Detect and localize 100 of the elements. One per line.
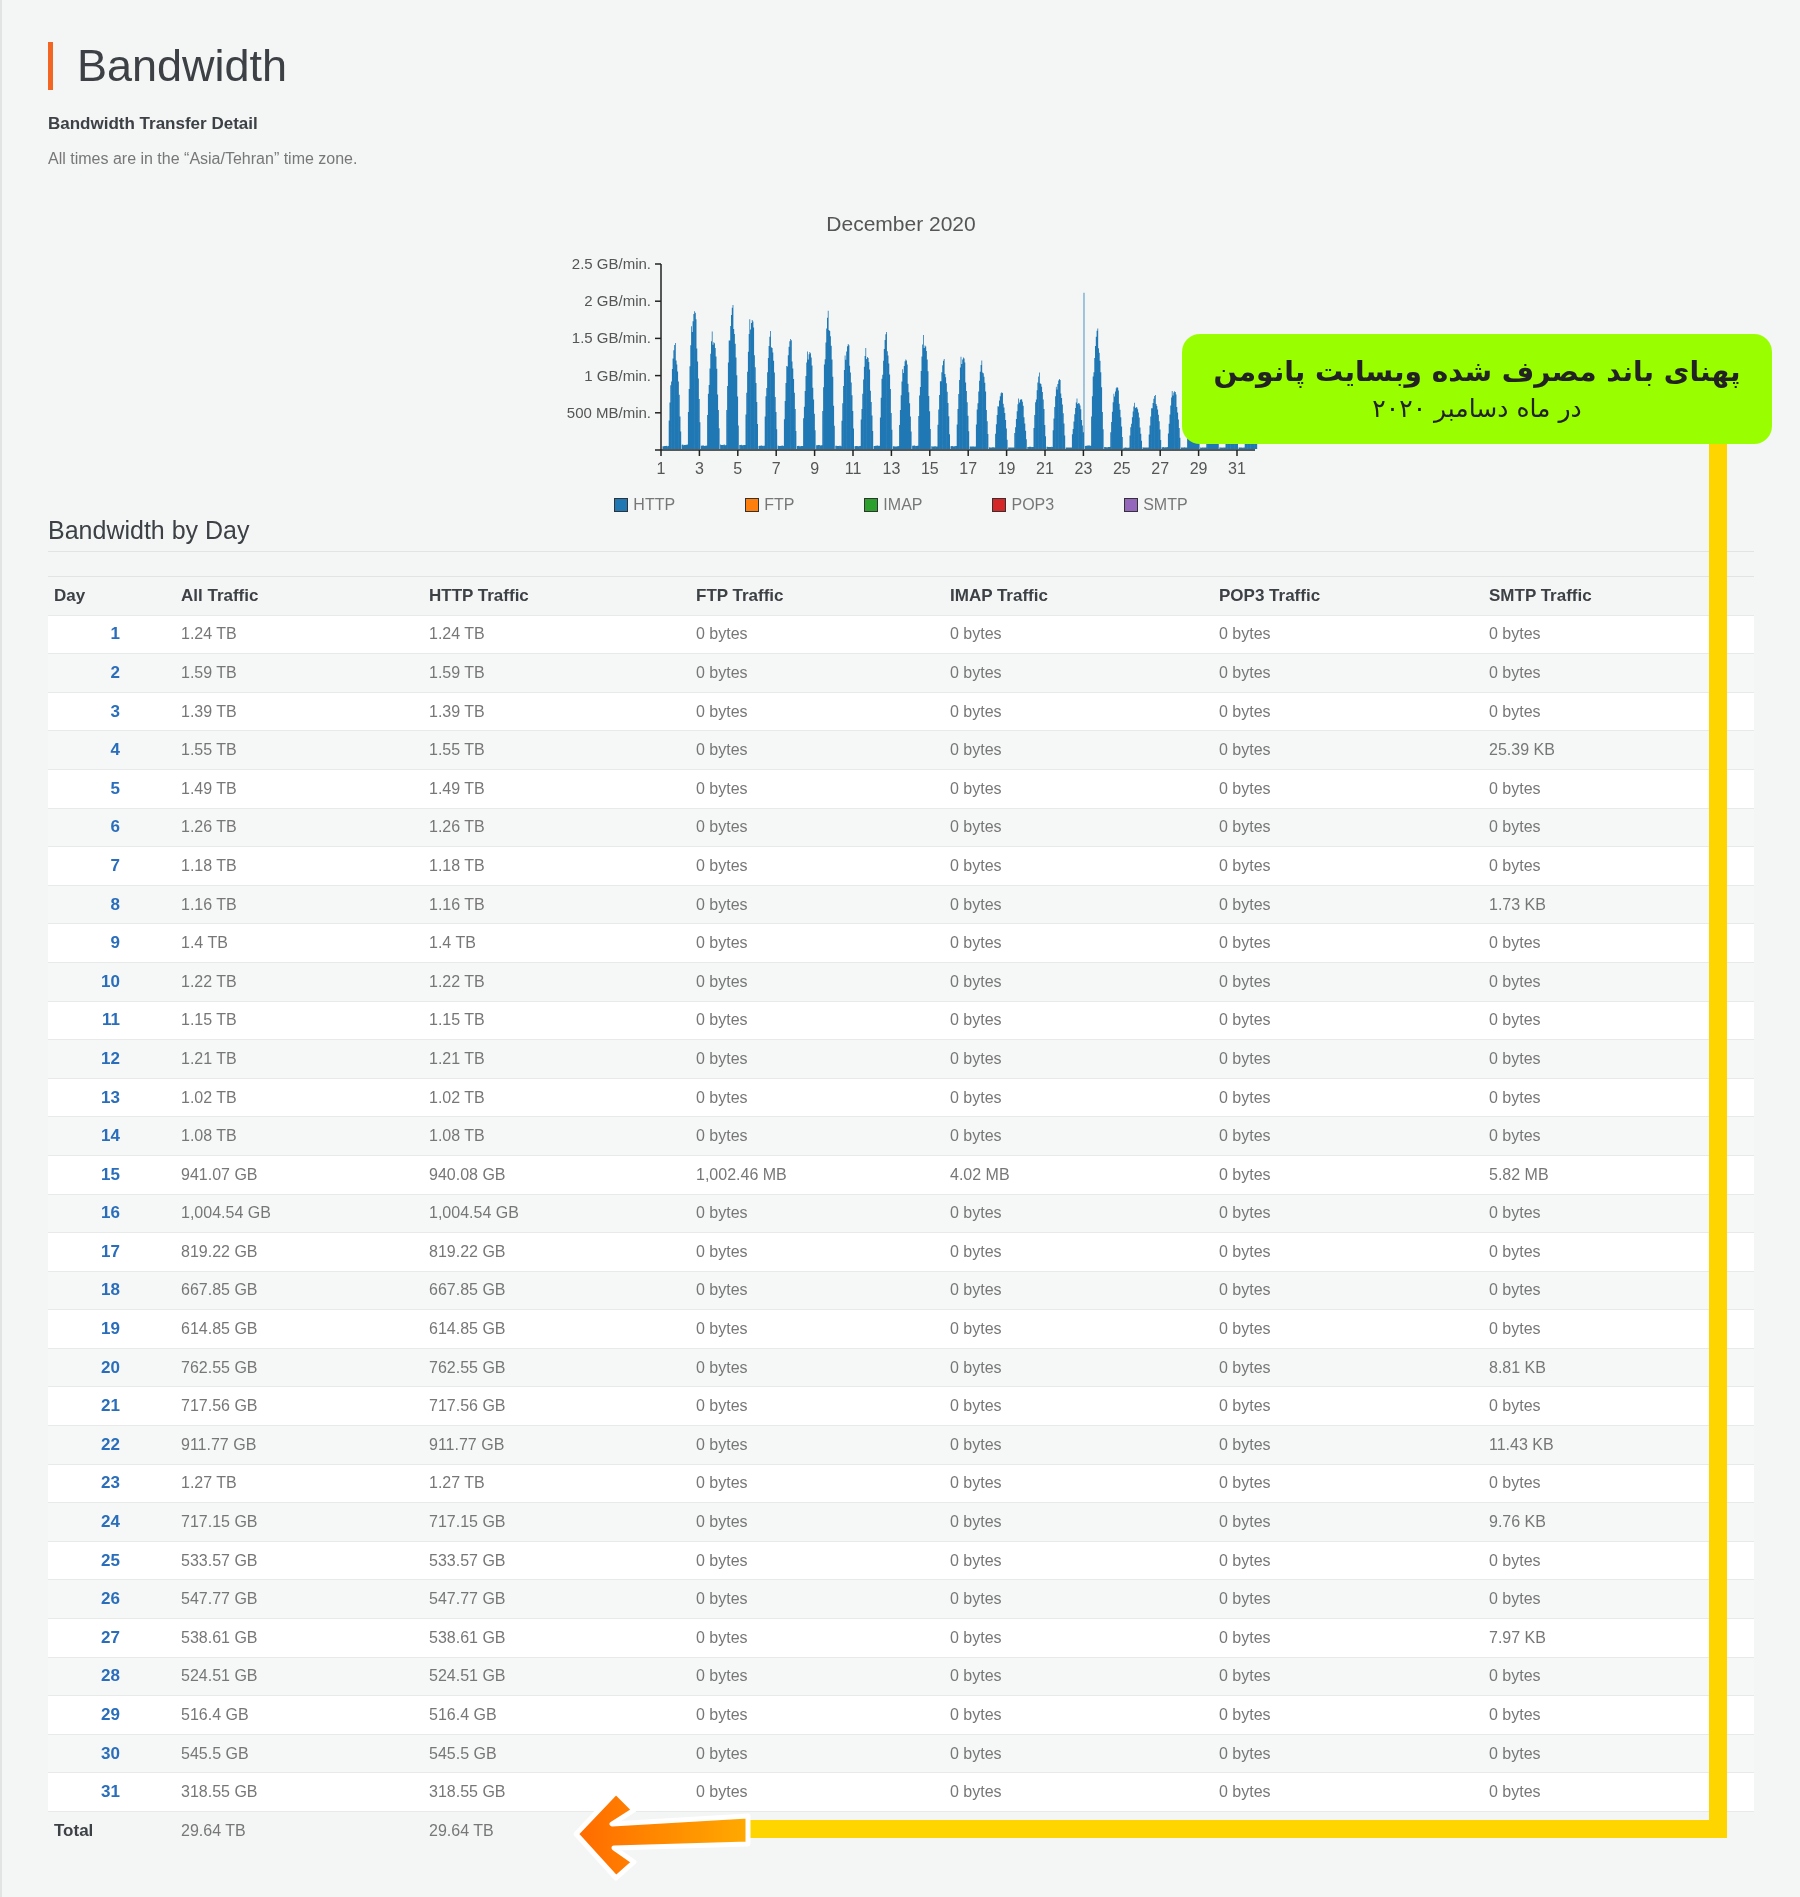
day-link[interactable]: 2 <box>54 663 120 683</box>
section-subtitle: Bandwidth Transfer Detail <box>48 114 259 134</box>
day-link[interactable]: 28 <box>54 1666 120 1687</box>
table-cell-text: 0 bytes <box>1218 1049 1272 1068</box>
table-cell-text: 717.15 GB <box>180 1513 259 1532</box>
table-cell-text: 614.85 GB <box>428 1320 507 1339</box>
day-link[interactable]: 26 <box>54 1589 120 1610</box>
table-cell-text: 0 bytes <box>695 1397 749 1416</box>
x-tick-label: 21 <box>1036 460 1054 477</box>
table-cell-text: 0 bytes <box>1218 1358 1272 1377</box>
day-link[interactable]: 7 <box>54 855 120 876</box>
table-cell-text: 0 bytes <box>695 625 749 644</box>
timezone-note: All times are in the “Asia/Tehran” time zone. <box>48 150 359 168</box>
day-link[interactable]: 20 <box>54 1357 120 1378</box>
table-cell-text: 547.77 GB <box>428 1590 507 1609</box>
x-tick-label: 23 <box>1074 460 1093 477</box>
table-cell-text: 1.4 TB <box>428 934 477 953</box>
table-cell-text: 0 bytes <box>1488 1744 1542 1763</box>
y-tick-label: 1 GB/min. <box>584 366 651 384</box>
table-cell-text: 0 bytes <box>695 1783 749 1802</box>
table-cell-text: 1.22 TB <box>180 972 238 991</box>
table-cell-text: 1,004.54 GB <box>180 1204 272 1223</box>
day-link[interactable]: 30 <box>54 1743 120 1764</box>
table-cell-text: 0 bytes <box>695 895 749 914</box>
table-cell-text: 1,004.54 GB <box>428 1204 520 1223</box>
table-cell-text: 0 bytes <box>1488 1049 1542 1068</box>
table-cell-text: 0 bytes <box>1488 818 1542 837</box>
table-cell-text: 0 bytes <box>1218 1590 1272 1609</box>
table-cell-text: 0 bytes <box>695 1127 749 1146</box>
day-link[interactable]: 5 <box>54 778 120 799</box>
day-link[interactable]: 4 <box>54 740 120 761</box>
table-cell-text: 0 bytes <box>949 856 1003 875</box>
day-link[interactable]: 16 <box>54 1203 120 1224</box>
table-cell-text: 9.76 KB <box>1488 1513 1547 1532</box>
day-link[interactable]: 6 <box>54 817 120 838</box>
table-cell-text: 0 bytes <box>1488 972 1542 991</box>
table-cell-text: 547.77 GB <box>180 1590 259 1609</box>
day-link[interactable]: 14 <box>54 1126 120 1147</box>
table-cell-text: 1.24 TB <box>180 625 238 644</box>
table-cell-text: 819.22 GB <box>428 1242 507 1261</box>
table-cell-text: 0 bytes <box>1488 934 1542 953</box>
x-tick-label: 1 <box>656 460 666 477</box>
table-cell-text: 1.55 TB <box>428 741 486 760</box>
column-header: IMAP Traffic <box>949 585 1049 606</box>
table-cell-text: 0 bytes <box>949 1590 1003 1609</box>
total-cell-text: 29.64 TB <box>180 1822 247 1841</box>
day-link[interactable]: 12 <box>54 1048 120 1069</box>
day-link[interactable]: 27 <box>54 1627 120 1648</box>
day-link[interactable]: 15 <box>54 1164 120 1185</box>
table-cell-text: 0 bytes <box>1488 1706 1542 1724</box>
day-link[interactable]: 22 <box>54 1434 120 1455</box>
table-cell-text: 940.08 GB <box>428 1165 507 1184</box>
day-link[interactable]: 13 <box>54 1087 120 1108</box>
day-link[interactable]: 18 <box>54 1280 120 1301</box>
table-cell-text: 0 bytes <box>1218 1204 1272 1223</box>
table-cell-text: 524.51 GB <box>180 1667 259 1686</box>
y-tick-label: 2.5 GB/min. <box>571 255 651 272</box>
table-cell-text: 0 bytes <box>1218 856 1272 875</box>
day-link[interactable]: 23 <box>54 1473 120 1494</box>
day-link[interactable]: 9 <box>54 933 120 954</box>
day-link[interactable]: 3 <box>54 701 120 722</box>
table-cell-text: 0 bytes <box>949 702 1003 721</box>
day-link[interactable]: 8 <box>54 894 120 915</box>
table-cell-text: 0 bytes <box>1218 1667 1272 1686</box>
day-link[interactable]: 1 <box>54 624 120 645</box>
table-cell-text: 0 bytes <box>695 702 749 721</box>
day-link[interactable]: 21 <box>54 1396 120 1417</box>
table-cell-text: 318.55 GB <box>428 1783 507 1802</box>
table-cell-text: 0 bytes <box>949 1320 1003 1339</box>
x-tick-label: 5 <box>733 460 743 477</box>
table-cell-text: 0 bytes <box>949 1049 1003 1068</box>
x-tick-label: 3 <box>694 460 704 477</box>
table-cell-text: 0 bytes <box>695 972 749 991</box>
day-link[interactable]: 17 <box>54 1241 120 1262</box>
table-cell-text: 911.77 GB <box>428 1435 506 1454</box>
column-header: POP3 Traffic <box>1218 585 1322 606</box>
table-cell-text: 1.02 TB <box>180 1088 238 1107</box>
table-cell-text: 1.24 TB <box>428 625 486 644</box>
day-link[interactable]: 19 <box>54 1319 120 1340</box>
table-cell-text: 0 bytes <box>695 934 749 953</box>
table-cell-text: 0 bytes <box>695 1628 749 1647</box>
table-cell-text: 0 bytes <box>1218 1513 1272 1532</box>
day-link[interactable]: 25 <box>54 1550 120 1571</box>
day-link[interactable]: 24 <box>54 1512 120 1533</box>
table-cell-text: 1.18 TB <box>428 856 486 875</box>
table-cell-text: 516.4 GB <box>180 1706 250 1724</box>
table-cell-text: 0 bytes <box>949 1435 1003 1454</box>
table-cell-text: 762.55 GB <box>428 1358 507 1377</box>
y-tick-label: 1.5 GB/min. <box>571 329 651 347</box>
table-cell-text: 0 bytes <box>1488 1242 1542 1261</box>
table-cell-text: 1.49 TB <box>180 779 238 798</box>
day-link[interactable]: 31 <box>54 1782 120 1803</box>
table-cell-text: 1.08 TB <box>428 1127 486 1146</box>
day-link[interactable]: 29 <box>54 1705 120 1725</box>
table-cell-text: 0 bytes <box>949 1551 1003 1570</box>
day-link[interactable]: 10 <box>54 971 120 992</box>
table-cell-text: 1.16 TB <box>180 895 238 914</box>
table-cell-text: 0 bytes <box>1218 818 1272 837</box>
day-link[interactable]: 11 <box>54 1010 120 1031</box>
table-cell-text: 0 bytes <box>1488 625 1542 644</box>
